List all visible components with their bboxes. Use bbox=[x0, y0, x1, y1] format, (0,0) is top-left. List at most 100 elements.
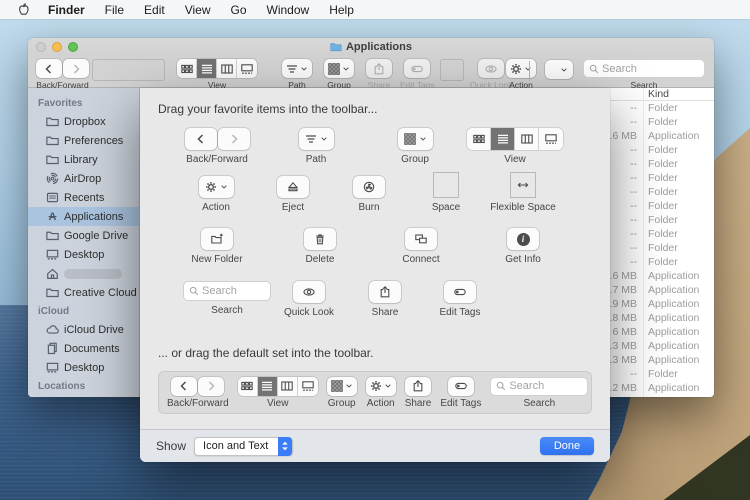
default-search[interactable]: Search Search bbox=[490, 377, 588, 409]
forward-button[interactable] bbox=[63, 59, 89, 78]
info-icon: i bbox=[517, 233, 530, 246]
default-share[interactable]: Share bbox=[405, 377, 432, 409]
folder-icon bbox=[46, 115, 59, 128]
group-button[interactable] bbox=[324, 59, 354, 78]
default-action[interactable]: Action bbox=[366, 377, 396, 409]
menu-item-file[interactable]: File bbox=[95, 3, 134, 17]
search-placeholder: Search bbox=[602, 63, 637, 75]
back-forward-label: Back/Forward bbox=[36, 80, 88, 90]
action-button[interactable] bbox=[506, 59, 536, 78]
sidebar-item-applications[interactable]: AApplications bbox=[28, 207, 139, 226]
list-view-segment[interactable] bbox=[491, 128, 515, 150]
path-button[interactable] bbox=[282, 59, 312, 78]
sidebar-item-desktop[interactable]: Desktop bbox=[28, 358, 139, 377]
sidebar-item-desktop[interactable]: Desktop bbox=[28, 245, 139, 264]
kind-column-header[interactable]: Kind bbox=[648, 88, 669, 100]
column-view-segment[interactable] bbox=[217, 59, 237, 78]
space-icon bbox=[433, 172, 459, 198]
sidebar-item-google-drive[interactable]: Google Drive bbox=[28, 226, 139, 245]
apple-menu[interactable] bbox=[17, 3, 30, 16]
palette-connect[interactable]: Connect bbox=[366, 228, 476, 265]
sidebar-item-label: Google Drive bbox=[64, 230, 128, 242]
sidebar-item-recents[interactable]: Recents bbox=[28, 188, 139, 207]
desktop-icon bbox=[46, 248, 59, 261]
minimize-button[interactable] bbox=[52, 42, 62, 52]
default-edit-tags[interactable]: Edit Tags bbox=[440, 377, 481, 409]
menu-item-edit[interactable]: Edit bbox=[134, 3, 175, 17]
kind-cell: Application bbox=[637, 381, 699, 395]
icon-view-segment[interactable] bbox=[177, 59, 197, 78]
search-field: Search bbox=[490, 377, 588, 396]
toolbar-search-field[interactable]: Search bbox=[583, 59, 705, 78]
kind-cell: Application bbox=[637, 297, 699, 311]
sidebar-item-library[interactable]: Library bbox=[28, 150, 139, 169]
folder-icon bbox=[46, 134, 59, 147]
sidebar-item-label: Desktop bbox=[64, 362, 104, 374]
menu-item-window[interactable]: Window bbox=[257, 3, 320, 17]
show-mode-select[interactable]: Icon and Text bbox=[194, 437, 293, 456]
palette-view[interactable]: View bbox=[460, 128, 570, 165]
folder-icon bbox=[46, 286, 59, 299]
forward-button[interactable] bbox=[218, 128, 250, 150]
folder-icon bbox=[46, 153, 59, 166]
airdrop-icon bbox=[46, 172, 59, 185]
kind-cell: Application bbox=[637, 353, 699, 367]
back-button[interactable] bbox=[185, 128, 217, 150]
default-view[interactable]: View bbox=[238, 377, 318, 409]
sheet-intro-text: Drag your favorite items into the toolba… bbox=[158, 102, 377, 116]
sidebar-item-airdrop[interactable]: AirDrop bbox=[28, 169, 139, 188]
column-view-segment[interactable] bbox=[515, 128, 539, 150]
sidebar-item-icloud-drive[interactable]: iCloud Drive bbox=[28, 320, 139, 339]
sidebar-item-documents[interactable]: Documents bbox=[28, 339, 139, 358]
default-toolbar-set[interactable]: Back/Forward View Group Action Share Edi… bbox=[158, 371, 592, 414]
kind-cell: Application bbox=[637, 339, 699, 353]
gallery-view-segment[interactable] bbox=[237, 59, 257, 78]
sidebar-item-creative-cloud-file[interactable]: Creative Cloud File bbox=[28, 283, 139, 302]
recents-icon bbox=[46, 191, 59, 204]
default-group[interactable]: Group bbox=[327, 377, 357, 409]
list-view-segment[interactable] bbox=[197, 59, 217, 78]
palette-flexible-space[interactable]: Flexible Space bbox=[468, 172, 578, 213]
close-button[interactable] bbox=[36, 42, 46, 52]
column-separator bbox=[643, 88, 644, 397]
icon-view-segment[interactable] bbox=[467, 128, 491, 150]
forward-button bbox=[198, 377, 224, 396]
palette-back-forward[interactable]: Back/Forward bbox=[162, 128, 272, 165]
zoom-button[interactable] bbox=[68, 42, 78, 52]
sidebar-section-icloud: iCloud bbox=[28, 302, 139, 320]
gallery-view-segment[interactable] bbox=[539, 128, 563, 150]
palette-delete[interactable]: Delete bbox=[265, 228, 375, 265]
share-button[interactable] bbox=[366, 59, 392, 78]
quick-look-button[interactable] bbox=[478, 59, 504, 78]
flexible-space-icon bbox=[510, 172, 536, 198]
home-icon bbox=[46, 267, 59, 280]
palette-path[interactable]: Path bbox=[261, 128, 371, 165]
back-button bbox=[171, 377, 197, 396]
menu-item-view[interactable]: View bbox=[175, 3, 221, 17]
kind-cell: Application bbox=[637, 129, 699, 143]
sidebar-item-label: Desktop bbox=[64, 249, 104, 261]
sidebar-section-locations: Locations bbox=[28, 377, 139, 395]
toolbar-divider bbox=[529, 61, 530, 81]
palette-get-info[interactable]: i Get Info bbox=[468, 228, 578, 265]
menu-item-go[interactable]: Go bbox=[221, 3, 257, 17]
menu-item-help[interactable]: Help bbox=[319, 3, 364, 17]
view-segmented-control[interactable] bbox=[177, 59, 257, 78]
toolbar-drop-placeholder bbox=[92, 59, 165, 81]
done-button[interactable]: Done bbox=[540, 437, 594, 455]
sidebar-item-dropbox[interactable]: Dropbox bbox=[28, 112, 139, 131]
back-button[interactable] bbox=[36, 59, 62, 78]
mini-dropdown-button[interactable] bbox=[545, 60, 573, 79]
sidebar-item-home[interactable] bbox=[28, 264, 139, 283]
palette-group[interactable]: Group bbox=[360, 128, 470, 165]
customize-toolbar-sheet: Drag your favorite items into the toolba… bbox=[140, 88, 610, 462]
palette-edit-tags[interactable]: Edit Tags bbox=[405, 281, 515, 318]
sidebar-item-preferences[interactable]: Preferences bbox=[28, 131, 139, 150]
sidebar-item-label: iCloud Drive bbox=[64, 324, 124, 336]
menu-item-finder[interactable]: Finder bbox=[38, 3, 95, 17]
edit-tags-button[interactable] bbox=[404, 59, 430, 78]
kind-cell: Application bbox=[637, 269, 699, 283]
palette-new-folder[interactable]: New Folder bbox=[162, 228, 272, 265]
default-back-forward[interactable]: Back/Forward bbox=[167, 377, 229, 409]
sidebar-item-label: Recents bbox=[64, 192, 104, 204]
